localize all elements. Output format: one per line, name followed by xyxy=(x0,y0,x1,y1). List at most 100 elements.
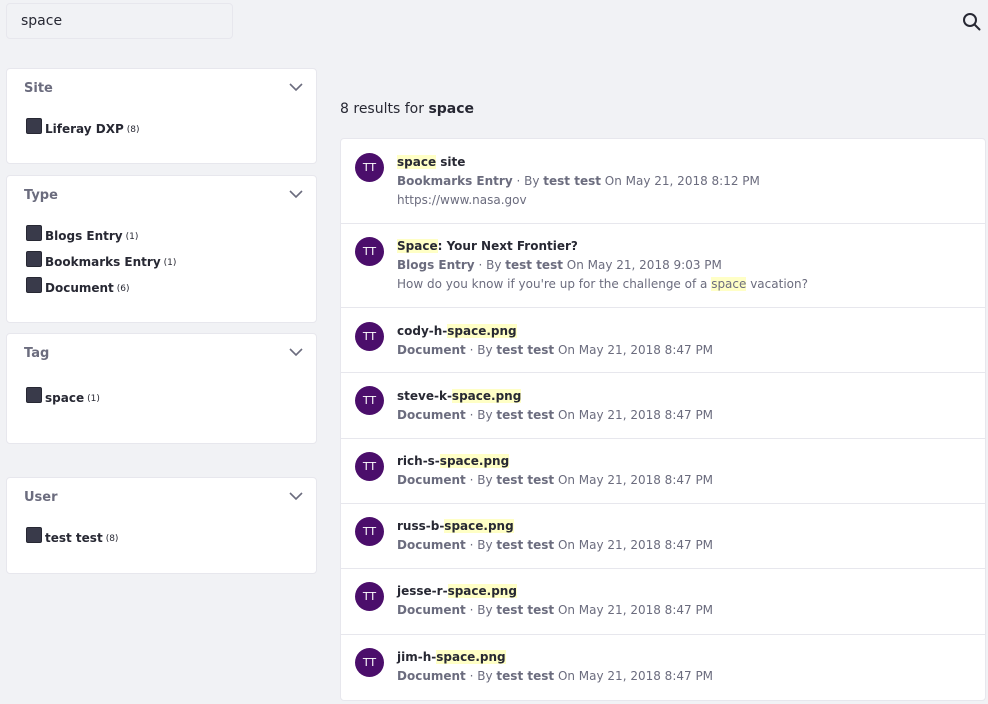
avatar: TT xyxy=(355,517,384,546)
checkbox[interactable] xyxy=(26,527,42,543)
facet-item-label: Document xyxy=(45,281,114,295)
facet-item-count: (1) xyxy=(163,258,177,268)
facet-item-label: Liferay DXP xyxy=(45,122,124,136)
facet-item-label: Blogs Entry xyxy=(45,229,123,243)
facet-item-space[interactable]: space (1) xyxy=(26,385,100,411)
facet-item-bookmarks-entry[interactable]: Bookmarks Entry (1) xyxy=(26,249,176,275)
chevron-down-icon[interactable] xyxy=(289,189,303,199)
result-type: Blogs Entry xyxy=(397,258,475,272)
avatar: TT xyxy=(355,582,384,611)
result-meta: Blogs Entry · By test test On May 21, 20… xyxy=(397,258,722,272)
title-text: : Your Next Frontier? xyxy=(437,239,578,253)
highlight: space xyxy=(397,155,437,169)
results-count: 8 xyxy=(340,101,349,117)
result-author: test test xyxy=(496,603,555,617)
result-item: TT Space: Your Next Frontier? Blogs Entr… xyxy=(341,224,985,308)
checkbox[interactable] xyxy=(26,387,42,403)
desc-text: vacation? xyxy=(746,277,808,291)
facet-item-label: test test xyxy=(45,531,103,545)
result-description: https://www.nasa.gov xyxy=(397,193,527,207)
result-author: test test xyxy=(543,174,601,188)
checkbox[interactable] xyxy=(26,225,42,241)
facet-item-label: Bookmarks Entry xyxy=(45,255,161,269)
avatar: TT xyxy=(355,386,384,415)
result-item: TT steve-k-space.png Document · By test … xyxy=(341,373,985,439)
result-meta: Document · By test test On May 21, 2018 … xyxy=(397,538,713,552)
result-type: Document xyxy=(397,669,466,683)
result-date: On May 21, 2018 8:47 PM xyxy=(557,473,714,487)
highlight: space.png xyxy=(447,324,517,338)
results-term: space xyxy=(428,101,475,117)
title-text: steve-k- xyxy=(397,389,452,403)
result-type: Document xyxy=(397,603,466,617)
result-item: TT jim-h-space.png Document · By test te… xyxy=(341,635,985,700)
results-summary: 8 results for space xyxy=(340,101,474,117)
chevron-down-icon[interactable] xyxy=(289,82,303,92)
avatar: TT xyxy=(355,322,384,351)
facet-item-document[interactable]: Document (6) xyxy=(26,275,176,301)
result-date: On May 21, 2018 8:47 PM xyxy=(557,603,714,617)
highlight: space.png xyxy=(439,454,510,468)
chevron-down-icon[interactable] xyxy=(289,491,303,501)
desc-text: How do you know if you're up for the cha… xyxy=(397,277,712,291)
result-author: test test xyxy=(505,258,563,272)
result-title[interactable]: jesse-r-space.png xyxy=(397,584,517,598)
result-author: test test xyxy=(496,343,555,357)
result-date: On May 21, 2018 8:47 PM xyxy=(557,538,714,552)
result-title[interactable]: jim-h-space.png xyxy=(397,650,506,664)
result-type: Document xyxy=(397,408,466,422)
result-title[interactable]: russ-b-space.png xyxy=(397,519,514,533)
highlight: space.png xyxy=(436,650,506,664)
facet-user-title: User xyxy=(24,490,58,505)
by-text: · By xyxy=(469,343,493,357)
result-date: On May 21, 2018 8:47 PM xyxy=(557,669,714,683)
facet-tag: Tag space (1) xyxy=(6,333,317,444)
facet-item-test-test[interactable]: test test (8) xyxy=(26,525,118,551)
facet-site-title: Site xyxy=(24,81,53,96)
facet-item-count: (8) xyxy=(126,125,140,135)
checkbox[interactable] xyxy=(26,251,42,267)
chevron-down-icon[interactable] xyxy=(289,347,303,357)
title-text: russ-b- xyxy=(397,519,445,533)
result-item: TT space site Bookmarks Entry · By test … xyxy=(341,139,985,224)
result-item: TT cody-h-space.png Document · By test t… xyxy=(341,308,985,373)
facet-item-liferay-dxp[interactable]: Liferay DXP (8) xyxy=(26,116,140,142)
facet-item-blogs-entry[interactable]: Blogs Entry (1) xyxy=(26,223,176,249)
facet-item-count: (1) xyxy=(125,232,139,242)
facet-type-title: Type xyxy=(24,188,58,203)
result-item: TT russ-b-space.png Document · By test t… xyxy=(341,504,985,569)
result-author: test test xyxy=(496,408,555,422)
title-text: jesse-r- xyxy=(397,584,448,598)
result-item: TT jesse-r-space.png Document · By test … xyxy=(341,569,985,635)
result-meta: Document · By test test On May 21, 2018 … xyxy=(397,408,713,422)
result-date: On May 21, 2018 8:47 PM xyxy=(557,408,714,422)
result-type: Document xyxy=(397,343,466,357)
result-author: test test xyxy=(496,538,555,552)
facet-site: Site Liferay DXP (8) xyxy=(6,68,317,164)
result-meta: Document · By test test On May 21, 2018 … xyxy=(397,473,713,487)
highlight: space.png xyxy=(451,389,522,403)
by-text: · By xyxy=(469,669,493,683)
checkbox[interactable] xyxy=(26,118,42,134)
result-date: On May 21, 2018 8:47 PM xyxy=(557,343,714,357)
search-input[interactable] xyxy=(6,3,233,39)
title-text: jim-h- xyxy=(397,650,437,664)
checkbox[interactable] xyxy=(26,277,42,293)
result-title[interactable]: Space: Your Next Frontier? xyxy=(397,239,578,253)
by-text: · By xyxy=(469,408,493,422)
avatar: TT xyxy=(355,237,384,266)
result-title[interactable]: steve-k-space.png xyxy=(397,389,522,403)
search-icon[interactable] xyxy=(961,11,983,33)
result-title[interactable]: rich-s-space.png xyxy=(397,454,510,468)
result-title[interactable]: space site xyxy=(397,155,465,169)
result-type: Document xyxy=(397,473,466,487)
result-type: Document xyxy=(397,538,466,552)
result-title[interactable]: cody-h-space.png xyxy=(397,324,517,338)
result-date: On May 21, 2018 8:12 PM xyxy=(604,174,760,188)
result-meta: Bookmarks Entry · By test test On May 21… xyxy=(397,174,760,188)
result-type: Bookmarks Entry xyxy=(397,174,513,188)
avatar: TT xyxy=(355,452,384,481)
results-text: results for xyxy=(353,101,424,117)
title-text: site xyxy=(436,155,466,169)
result-meta: Document · By test test On May 21, 2018 … xyxy=(397,603,713,617)
